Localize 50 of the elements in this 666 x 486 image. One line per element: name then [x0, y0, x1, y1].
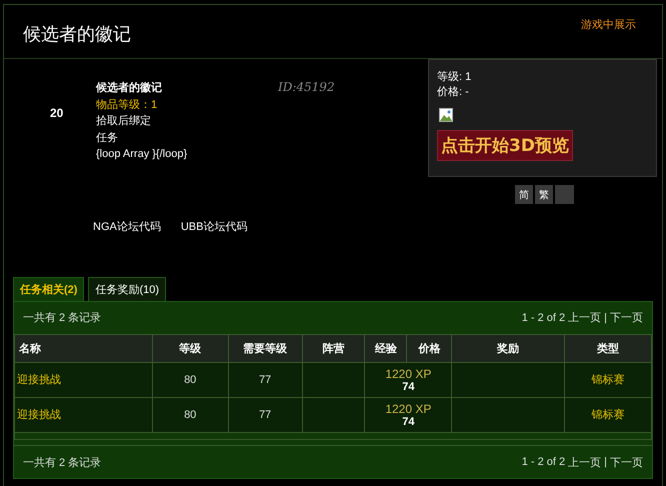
- table-cell: 77: [228, 362, 302, 398]
- in-game-link[interactable]: 游戏中展示: [581, 17, 636, 31]
- record-count: 一共有 2 条记录: [23, 311, 102, 326]
- column-header: 名称: [14, 334, 152, 362]
- column-header: 需要等级: [228, 334, 302, 362]
- forum-code-link[interactable]: UBB论坛代码: [180, 219, 248, 239]
- template-text: {loop Array }{/loop}: [96, 147, 188, 162]
- xp-value: 1220 XP: [384, 366, 432, 381]
- item-level: 物品等级：1: [96, 98, 158, 112]
- page-range: 1 - 2 of 2: [522, 312, 566, 324]
- column-header: 奖励: [452, 334, 565, 362]
- language-button[interactable]: 繁: [535, 185, 553, 204]
- next-page-link[interactable]: 下一页: [610, 310, 643, 326]
- tab[interactable]: 任务奖励(10): [88, 277, 166, 301]
- 3d-preview-button[interactable]: 点击开始3D预览: [437, 130, 573, 161]
- price-text: 价格: -: [437, 85, 469, 100]
- xp-value: 1220 XP: [384, 402, 432, 416]
- language-button[interactable]: 简: [515, 185, 533, 204]
- tab[interactable]: 任务相关(2): [13, 277, 84, 301]
- broken-image-icon: [439, 108, 453, 122]
- prev-page-link[interactable]: 上一页: [568, 454, 602, 470]
- pager-separator: |: [604, 312, 607, 324]
- column-header: 阵营: [302, 334, 365, 362]
- item-id: ID:45192: [278, 80, 336, 96]
- bind-text: 拾取后绑定: [96, 114, 151, 129]
- price-value: 74: [401, 416, 416, 428]
- quest-link[interactable]: 迎接挑战: [17, 409, 61, 422]
- table-cell: 77: [228, 397, 302, 432]
- record-count: 一共有 2 条记录: [23, 456, 102, 470]
- category-link[interactable]: 锦标赛: [592, 374, 625, 386]
- item-type: 任务: [96, 130, 118, 146]
- pager-separator: |: [604, 456, 607, 468]
- prev-page-link[interactable]: 上一页: [568, 310, 602, 326]
- price-value: 74: [401, 380, 416, 393]
- item-name: 候选者的徽记: [96, 80, 162, 96]
- forum-code-link[interactable]: NGA论坛代码: [93, 219, 161, 239]
- quest-link[interactable]: 迎接挑战: [17, 374, 61, 386]
- page-range: 1 - 2 of 2: [522, 456, 566, 468]
- column-header: 类型: [564, 334, 652, 362]
- empty-button[interactable]: [555, 185, 574, 204]
- page-title: 候选者的徽记: [23, 23, 131, 44]
- column-header: 等级: [152, 334, 228, 362]
- stack-count: 20: [50, 106, 64, 120]
- category-link[interactable]: 锦标赛: [592, 409, 625, 422]
- next-page-link[interactable]: 下一页: [610, 454, 643, 470]
- table-cell: 80: [152, 397, 228, 432]
- level-text: 等级: 1: [437, 70, 472, 85]
- column-header: 经验: [364, 334, 407, 362]
- column-header: 价格: [406, 334, 452, 362]
- table-cell: 80: [152, 362, 228, 398]
